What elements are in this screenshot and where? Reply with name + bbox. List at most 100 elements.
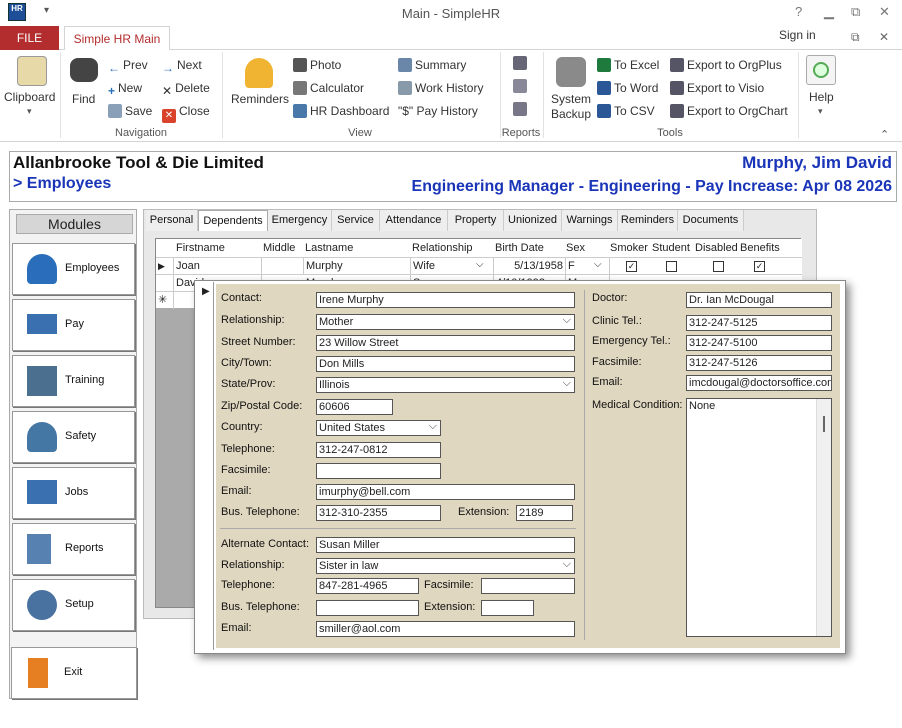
minimize-icon[interactable]: ▁ — [824, 4, 834, 20]
tab-emergency[interactable]: Emergency — [268, 210, 332, 231]
hr-dashboard-button[interactable]: HR Dashboard — [293, 104, 389, 118]
module-training[interactable]: Training — [12, 355, 135, 407]
col-firstname[interactable]: Firstname — [176, 239, 225, 257]
tab-simple-hr-main[interactable]: Simple HR Main — [64, 26, 170, 51]
module-jobs[interactable]: Jobs — [12, 467, 135, 519]
col-birth-date[interactable]: Birth Date — [495, 239, 544, 257]
work-history-button[interactable]: Work History — [398, 81, 483, 95]
country-select[interactable]: United States — [316, 420, 441, 436]
telephone-field[interactable]: 312-247-0812 — [316, 442, 441, 458]
col-relationship[interactable]: Relationship — [412, 239, 473, 257]
bus-telephone-field[interactable]: 312-310-2355 — [316, 505, 441, 521]
zip-field[interactable]: 60606 — [316, 399, 393, 415]
extension-field[interactable]: 2189 — [516, 505, 573, 521]
clipboard-button[interactable] — [17, 56, 47, 86]
alt-extension-field[interactable] — [481, 600, 534, 616]
col-smoker[interactable]: Smoker — [610, 239, 648, 257]
system-backup-button[interactable] — [556, 57, 586, 87]
reminders-button[interactable] — [245, 58, 273, 88]
relationship-dropdown-icon[interactable]: ⌵ — [476, 259, 484, 270]
help-window-button[interactable]: ? — [795, 4, 802, 19]
relationship-select[interactable]: Mother — [316, 314, 575, 330]
disabled-checkbox[interactable] — [713, 261, 724, 272]
module-employees[interactable]: Employees — [12, 243, 135, 295]
ribbon-close-icon[interactable]: ✕ — [879, 30, 889, 44]
ribbon-restore-icon[interactable]: ⧉ — [851, 30, 860, 45]
alternate-contact-field[interactable]: Susan Miller — [316, 537, 575, 553]
medical-condition-textarea[interactable]: None — [686, 398, 832, 637]
contact-field[interactable]: Irene Murphy — [316, 292, 575, 308]
doctor-email-field[interactable]: imcdougal@doctorsoffice.com — [686, 375, 832, 391]
exit-button[interactable]: Exit — [11, 647, 137, 699]
next-button[interactable]: → Next — [162, 58, 202, 75]
doctor-fax-field[interactable]: 312-247-5126 — [686, 355, 832, 371]
col-disabled[interactable]: Disabled — [695, 239, 738, 257]
photo-button[interactable]: Photo — [293, 58, 341, 72]
save-button[interactable]: Save — [108, 104, 152, 118]
tab-documents[interactable]: Documents — [678, 210, 744, 231]
report-list-button[interactable] — [513, 79, 530, 93]
find-button[interactable] — [70, 58, 98, 82]
sign-in-link[interactable]: Sign in — [779, 28, 816, 42]
report-print-button[interactable] — [513, 102, 530, 116]
report-preview-button[interactable] — [513, 56, 530, 70]
tab-dependents[interactable]: Dependents — [198, 210, 268, 231]
tab-service[interactable]: Service — [332, 210, 380, 231]
alt-fax-field[interactable] — [481, 578, 575, 594]
module-safety[interactable]: Safety — [12, 411, 135, 463]
summary-button[interactable]: Summary — [398, 58, 466, 72]
student-checkbox[interactable] — [666, 261, 677, 272]
record-selector[interactable]: ▶ — [196, 282, 214, 650]
tab-unionized[interactable]: Unionized — [504, 210, 562, 231]
col-student[interactable]: Student — [652, 239, 690, 257]
pay-history-button[interactable]: "$" Pay History — [398, 104, 478, 118]
alt-email-field[interactable]: smiller@aol.com — [316, 621, 575, 637]
module-pay[interactable]: Pay — [12, 299, 135, 351]
tab-attendance[interactable]: Attendance — [380, 210, 448, 231]
tab-reminders[interactable]: Reminders — [618, 210, 678, 231]
alt-bus-telephone-field[interactable] — [316, 600, 419, 616]
help-button[interactable] — [806, 55, 836, 85]
clinic-tel-field[interactable]: 312-247-5125 — [686, 315, 832, 331]
export-visio-button[interactable]: Export to Visio — [670, 81, 764, 95]
row-selector-icon[interactable]: ▶ — [156, 258, 174, 275]
col-middle[interactable]: Middle — [263, 239, 296, 257]
export-orgchart-button[interactable]: Export to OrgChart — [670, 104, 788, 118]
doctor-field[interactable]: Dr. Ian McDougal — [686, 292, 832, 308]
restore-icon[interactable]: ⧉ — [851, 4, 860, 20]
scroll-thumb[interactable] — [823, 416, 825, 432]
calculator-button[interactable]: Calculator — [293, 81, 364, 95]
new-button[interactable]: + New — [108, 81, 142, 98]
breadcrumb[interactable]: > Employees — [13, 175, 111, 193]
to-word-button[interactable]: To Word — [597, 81, 658, 95]
to-csv-button[interactable]: To CSV — [597, 104, 655, 118]
emergency-tel-field[interactable]: 312-247-5100 — [686, 335, 832, 351]
smoker-checkbox[interactable]: ✓ — [626, 261, 637, 272]
table-row[interactable]: ▶ Joan Murphy Wife ⌵ 5/13/1958 F ⌵ ✓ ✓ — [156, 257, 802, 275]
benefits-checkbox[interactable]: ✓ — [754, 261, 765, 272]
delete-button[interactable]: ✕ Delete — [162, 81, 210, 98]
close-button[interactable]: ✕ Close — [162, 104, 210, 123]
collapse-ribbon-icon[interactable]: ⌃ — [880, 128, 889, 141]
close-window-icon[interactable]: ✕ — [879, 4, 890, 20]
tab-warnings[interactable]: Warnings — [562, 210, 618, 231]
alt-relationship-select[interactable]: Sister in law — [316, 558, 575, 574]
state-select[interactable]: Illinois — [316, 377, 575, 393]
col-sex[interactable]: Sex — [566, 239, 585, 257]
email-field[interactable]: imurphy@bell.com — [316, 484, 575, 500]
module-setup[interactable]: Setup — [12, 579, 135, 631]
col-lastname[interactable]: Lastname — [305, 239, 354, 257]
tab-file[interactable]: FILE — [0, 26, 59, 50]
street-field[interactable]: 23 Willow Street — [316, 335, 575, 351]
medical-scrollbar[interactable] — [816, 399, 831, 636]
tab-property[interactable]: Property — [448, 210, 504, 231]
module-reports[interactable]: Reports — [12, 523, 135, 575]
city-field[interactable]: Don Mills — [316, 356, 575, 372]
to-excel-button[interactable]: To Excel — [597, 58, 659, 72]
prev-button[interactable]: ← Prev — [108, 58, 148, 75]
export-orgplus-button[interactable]: Export to OrgPlus — [670, 58, 782, 72]
sex-dropdown-icon[interactable]: ⌵ — [594, 259, 602, 270]
fax-field[interactable] — [316, 463, 441, 479]
col-benefits[interactable]: Benefits — [740, 239, 780, 257]
alt-telephone-field[interactable]: 847-281-4965 — [316, 578, 419, 594]
